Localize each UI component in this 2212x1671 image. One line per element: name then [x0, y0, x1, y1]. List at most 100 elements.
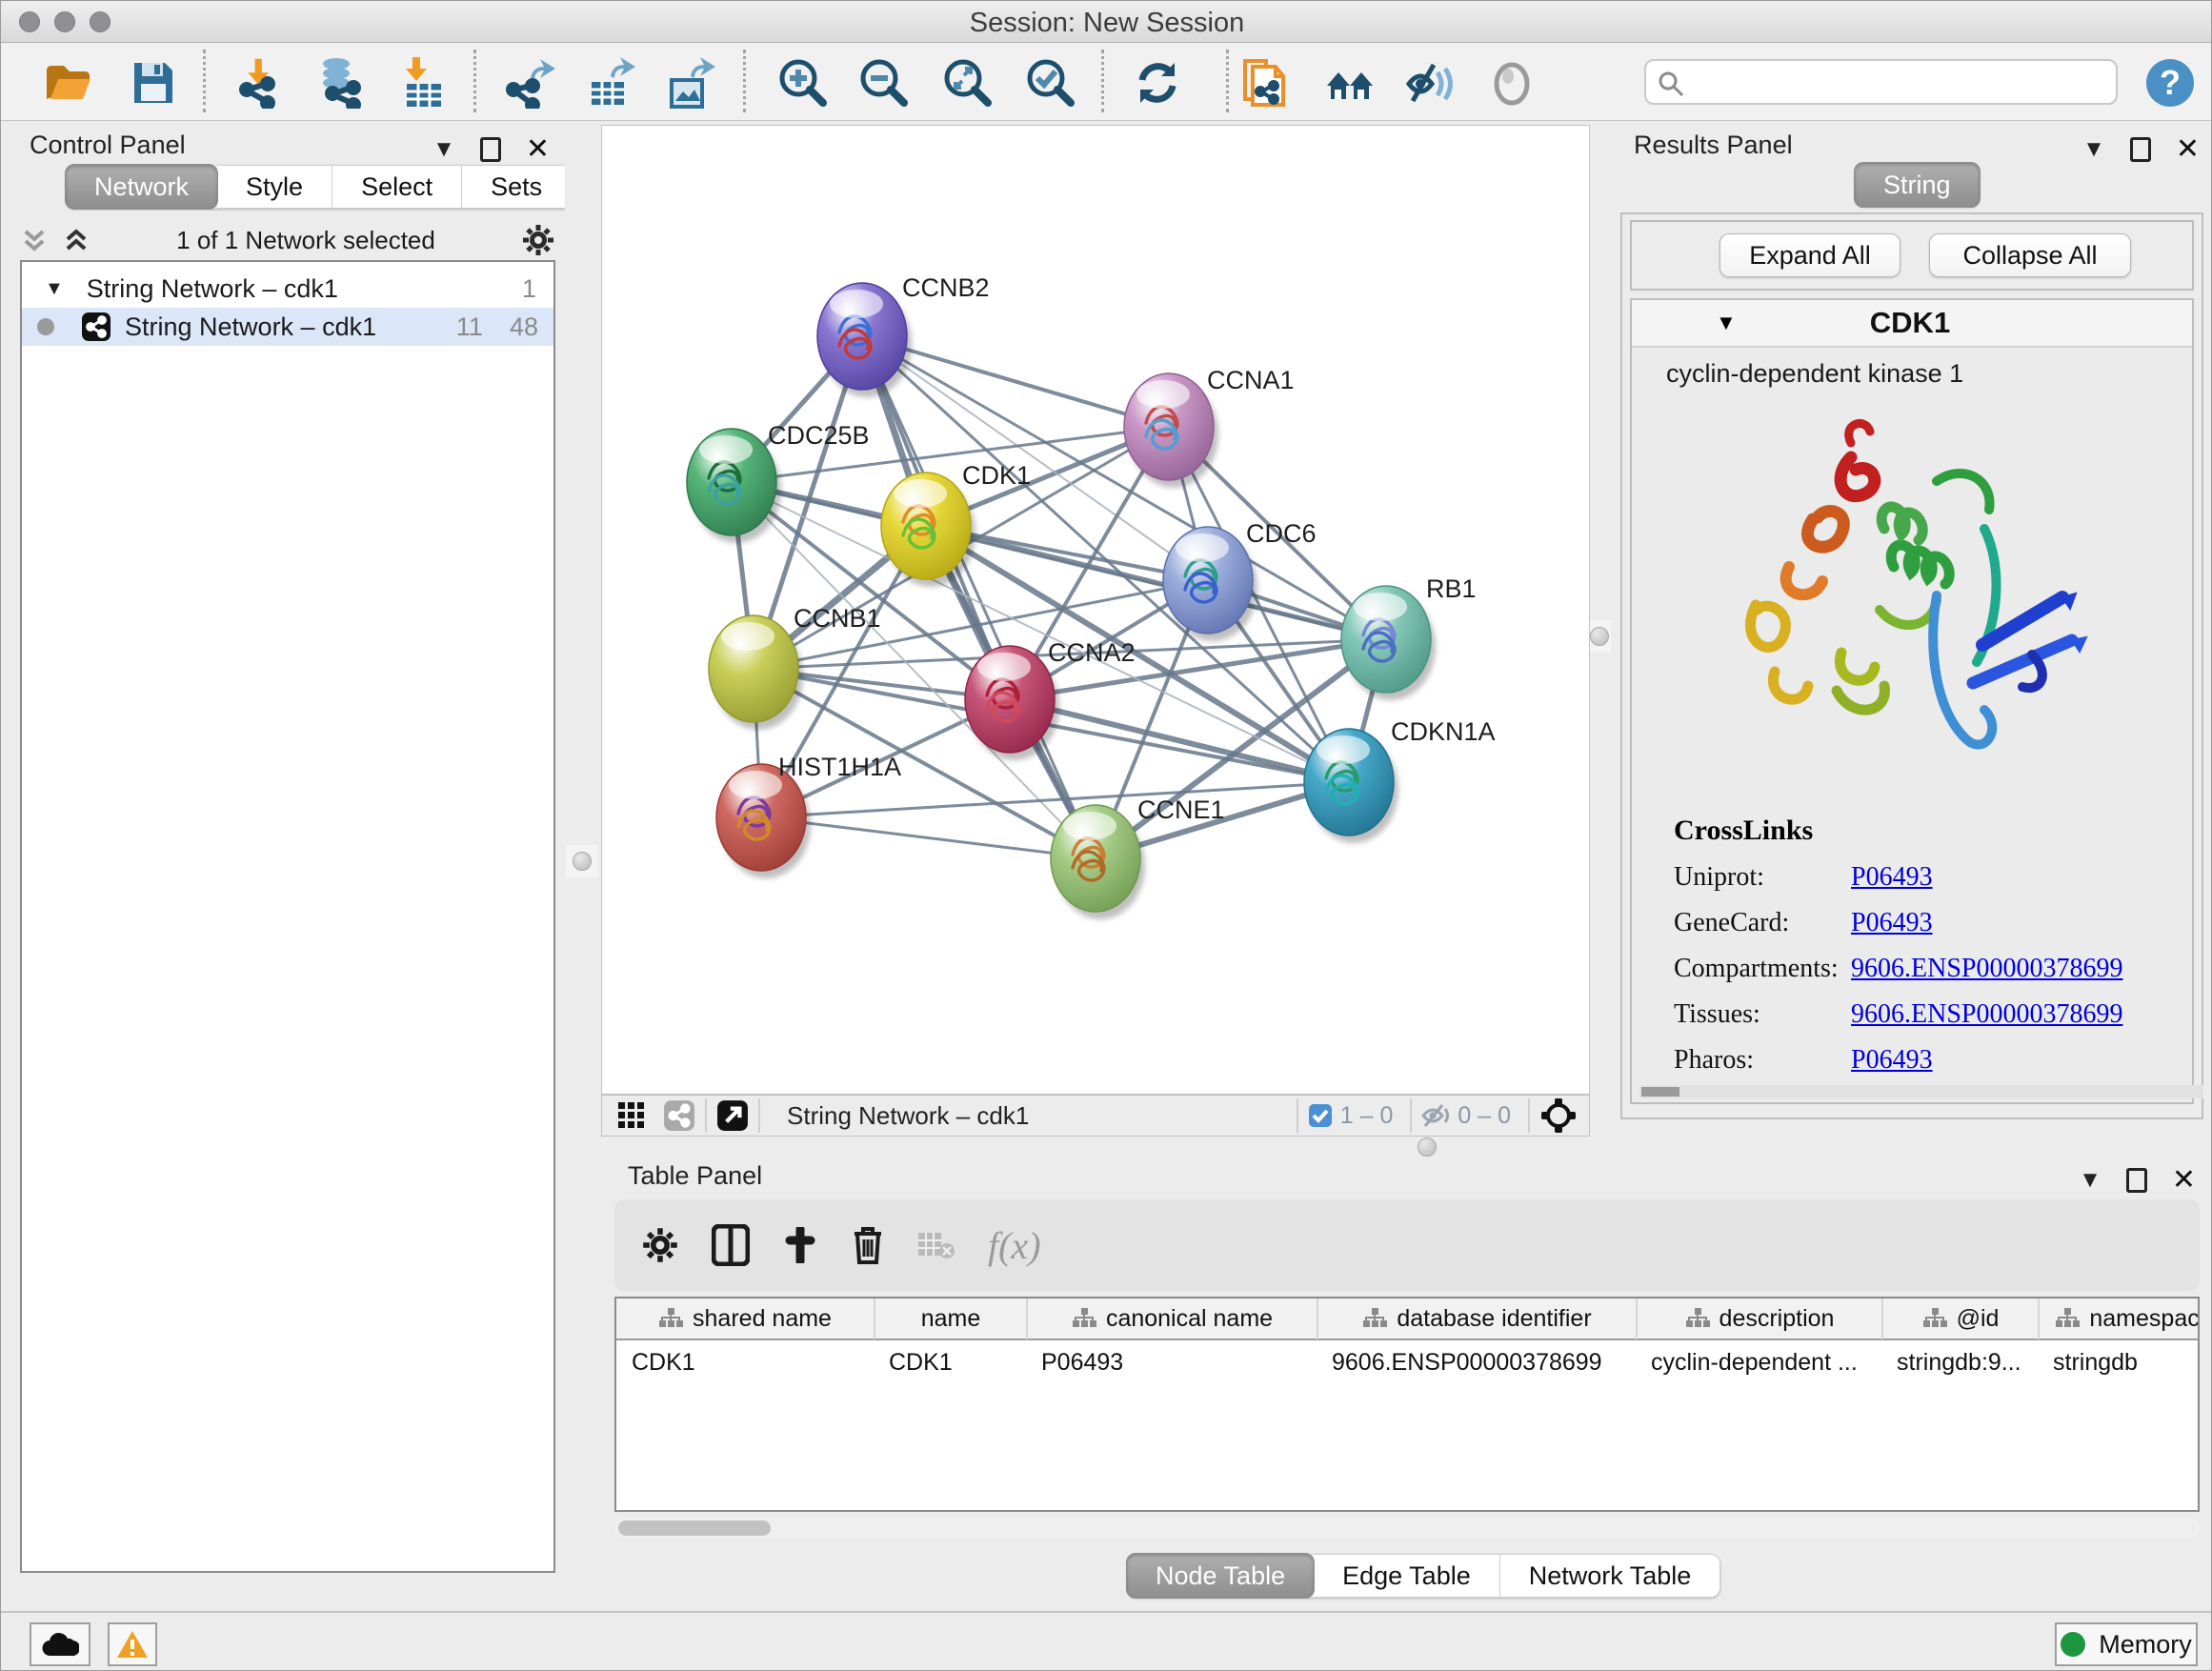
float-panel-icon[interactable] — [480, 137, 501, 162]
entry-expander-icon[interactable]: ▼ — [1716, 311, 1737, 335]
open-in-new-icon[interactable] — [716, 1099, 749, 1132]
column-header-database-identifier[interactable]: database identifier — [1317, 1299, 1636, 1340]
panel-menu-icon[interactable]: ▼ — [2079, 1167, 2101, 1194]
column-header-name[interactable]: name — [874, 1299, 1026, 1340]
eye-icon[interactable] — [1487, 57, 1537, 109]
crosslink-link[interactable]: 9606.ENSP00000378699 — [1851, 954, 2122, 984]
collection-count: 1 — [522, 274, 536, 304]
grid-view-icon[interactable] — [617, 1101, 646, 1130]
expand-all-icon[interactable] — [62, 226, 90, 254]
import-network-icon[interactable] — [235, 57, 285, 109]
float-panel-icon[interactable] — [2126, 1168, 2147, 1193]
panel-menu-icon[interactable]: ▼ — [432, 136, 455, 163]
collapse-all-icon[interactable] — [20, 226, 49, 254]
home-icon[interactable] — [1325, 57, 1375, 109]
import-database-icon[interactable] — [315, 57, 365, 109]
table-cell[interactable]: stringdb:9... — [1881, 1342, 2038, 1382]
expand-all-button[interactable]: Expand All — [1719, 233, 1900, 277]
horizontal-splitter[interactable] — [601, 1137, 2212, 1158]
crosslink-link[interactable]: 9606.ENSP00000378699 — [1851, 999, 2122, 1030]
table-hscrollbar[interactable] — [614, 1518, 2200, 1539]
tab-edge-table[interactable]: Edge Table — [1314, 1554, 1500, 1598]
node-CCNE1[interactable]: CCNE1 — [1051, 795, 1225, 919]
collapse-all-button[interactable]: Collapse All — [1929, 233, 2131, 277]
tab-node-table[interactable]: Node Table — [1126, 1553, 1315, 1599]
control-panel: Control Panel ▼ ✕ NetworkStyleSelectSets… — [7, 125, 563, 1584]
network-canvas[interactable]: CCNB2 CCNA1 CDC25BCDK1 CDC6RB1 CCNB1 CCNA2 CDK… — [601, 125, 1590, 1095]
share-document-icon[interactable] — [1239, 57, 1289, 109]
column-header-namespace[interactable]: namespace — [2038, 1299, 2200, 1340]
node-label-CDKN1A: CDKN1A — [1391, 717, 1496, 746]
crosslink-link[interactable]: P06493 — [1851, 908, 1933, 938]
node-CCNB2[interactable]: CCNB2 — [817, 273, 990, 397]
column-header-canonical-name[interactable]: canonical name — [1026, 1299, 1317, 1340]
search-input[interactable] — [1692, 65, 2101, 99]
table-gear-icon[interactable] — [641, 1226, 679, 1264]
node-CDKN1A[interactable]: CDKN1A — [1304, 717, 1496, 843]
close-panel-icon[interactable]: ✕ — [2176, 132, 2200, 166]
close-panel-icon[interactable]: ✕ — [526, 132, 550, 166]
table-cell[interactable]: CDK1 — [874, 1342, 1026, 1382]
memory-button[interactable]: Memory — [2055, 1622, 2198, 1666]
column-header-@id[interactable]: @id — [1881, 1299, 2038, 1340]
edge-CCNE1-HIST1H1A[interactable] — [761, 817, 1096, 858]
column-header-description[interactable]: description — [1636, 1299, 1881, 1340]
table-cell[interactable]: stringdb — [2038, 1342, 2200, 1382]
crosslink-link[interactable]: P06493 — [1851, 862, 1933, 893]
node-CDC25B[interactable]: CDC25B — [687, 421, 870, 543]
table-cell[interactable]: CDK1 — [616, 1342, 874, 1382]
network-row-selected[interactable]: String Network – cdk1 11 48 — [22, 308, 553, 346]
zoom-fit-icon[interactable] — [942, 57, 992, 109]
search-box[interactable] — [1644, 59, 2118, 105]
add-column-icon[interactable] — [782, 1227, 818, 1263]
column-header-shared-name[interactable]: shared name — [616, 1299, 874, 1340]
node-CDK1[interactable]: CDK1 — [881, 461, 1031, 587]
collection-expander-icon[interactable]: ▼ — [45, 278, 64, 300]
export-network-icon[interactable] — [506, 57, 555, 109]
cloud-button[interactable] — [30, 1622, 90, 1666]
network-list-icon[interactable] — [663, 1099, 695, 1132]
tab-network[interactable]: Network — [65, 164, 218, 210]
export-image-icon[interactable] — [666, 57, 715, 109]
panel-menu-icon[interactable]: ▼ — [2082, 136, 2105, 163]
help-button[interactable]: ? — [2146, 59, 2194, 107]
gear-icon[interactable] — [521, 223, 555, 257]
hide-glasses-icon[interactable] — [1405, 57, 1455, 109]
tab-network-table[interactable]: Network Table — [1500, 1554, 1721, 1598]
node-RB1[interactable]: RB1 — [1341, 574, 1477, 700]
tab-sets[interactable]: Sets — [462, 165, 572, 209]
node-HIST1H1A[interactable]: HIST1H1A — [716, 753, 901, 878]
selected-checkbox-icon[interactable] — [1308, 1103, 1333, 1128]
node-CCNB1[interactable]: CCNB1 — [709, 604, 881, 730]
warning-button[interactable] — [108, 1622, 157, 1666]
open-session-icon[interactable] — [43, 57, 92, 109]
export-table-icon[interactable] — [586, 57, 635, 109]
birdseye-view-icon[interactable] — [1539, 1097, 1578, 1135]
zoom-selected-icon[interactable] — [1025, 57, 1075, 109]
table-cell[interactable]: cyclin-dependent ... — [1636, 1342, 1881, 1382]
float-panel-icon[interactable] — [2130, 137, 2151, 162]
node-CCNA1[interactable]: CCNA1 — [1124, 366, 1295, 488]
zoom-in-icon[interactable] — [777, 57, 827, 109]
zoom-out-icon[interactable] — [858, 57, 908, 109]
tab-string[interactable]: String — [1854, 162, 1981, 208]
entry-header[interactable]: ▼ CDK1 — [1632, 300, 2192, 348]
save-session-icon[interactable] — [129, 57, 178, 109]
import-table-icon[interactable] — [399, 57, 449, 109]
delete-column-icon[interactable] — [851, 1224, 885, 1266]
tab-style[interactable]: Style — [217, 165, 332, 209]
node-CDC6[interactable]: CDC6 — [1163, 519, 1317, 641]
results-hscrollbar[interactable] — [1639, 1085, 2203, 1098]
refresh-icon[interactable] — [1133, 57, 1182, 109]
show-columns-icon[interactable] — [712, 1224, 750, 1266]
hidden-eye-icon[interactable] — [1421, 1103, 1450, 1128]
tab-select[interactable]: Select — [332, 165, 462, 209]
network-collection-row[interactable]: ▼ String Network – cdk1 1 — [22, 270, 553, 308]
close-panel-icon[interactable]: ✕ — [2172, 1163, 2196, 1197]
left-splitter[interactable] — [565, 125, 599, 1584]
node-CCNA2[interactable]: CCNA2 — [965, 638, 1136, 760]
control-panel-title: Control Panel — [30, 131, 186, 160]
table-cell[interactable]: P06493 — [1026, 1342, 1317, 1382]
crosslink-link[interactable]: P06493 — [1851, 1045, 1933, 1076]
table-cell[interactable]: 9606.ENSP00000378699 — [1317, 1342, 1636, 1382]
